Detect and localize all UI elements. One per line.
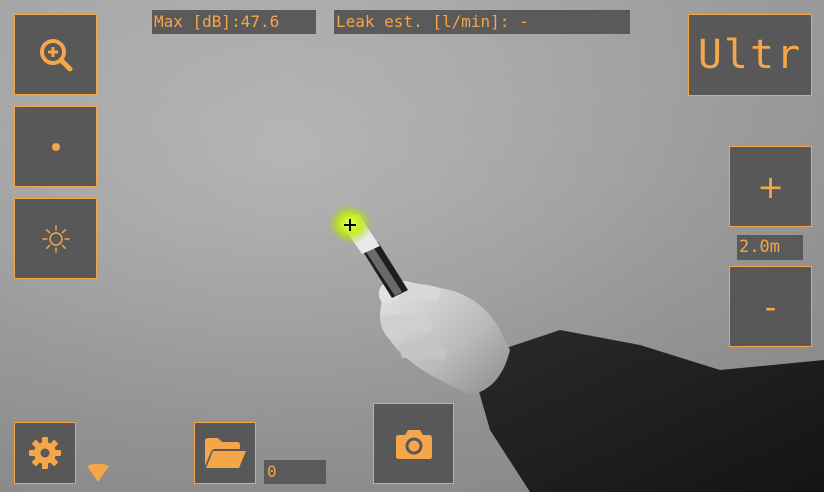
- distance-increase-button[interactable]: +: [729, 146, 812, 227]
- brightness-button[interactable]: [14, 198, 97, 279]
- distance-readout: 2.0m: [737, 235, 803, 260]
- folder-open-icon: [205, 438, 246, 468]
- distance-decrease-button[interactable]: -: [729, 266, 812, 347]
- zoom-button[interactable]: [14, 14, 97, 95]
- gallery-button[interactable]: [194, 422, 256, 484]
- capture-button[interactable]: [373, 403, 454, 484]
- mode-label: Ultr: [697, 32, 803, 78]
- settings-button[interactable]: [14, 422, 76, 484]
- gallery-count: 0: [264, 460, 326, 484]
- leak-estimate-readout: Leak est. [l/min]: -: [334, 10, 630, 34]
- camera-viewfinder: Max [dB]:47.6 Leak est. [l/min]: - Ultr …: [0, 0, 824, 492]
- mode-button[interactable]: Ultr: [688, 14, 812, 96]
- arm-sleeve: [470, 330, 824, 492]
- brightness-icon: [41, 224, 70, 253]
- wifi-icon: [87, 464, 109, 482]
- plus-label: +: [757, 167, 784, 206]
- dot-icon: [51, 142, 60, 151]
- max-db-readout: Max [dB]:47.6: [152, 10, 316, 34]
- point-mode-button[interactable]: [14, 106, 97, 187]
- minus-label: -: [764, 287, 777, 326]
- camera-icon: [395, 429, 432, 459]
- zoom-in-icon: [39, 38, 72, 71]
- gear-icon: [29, 437, 61, 469]
